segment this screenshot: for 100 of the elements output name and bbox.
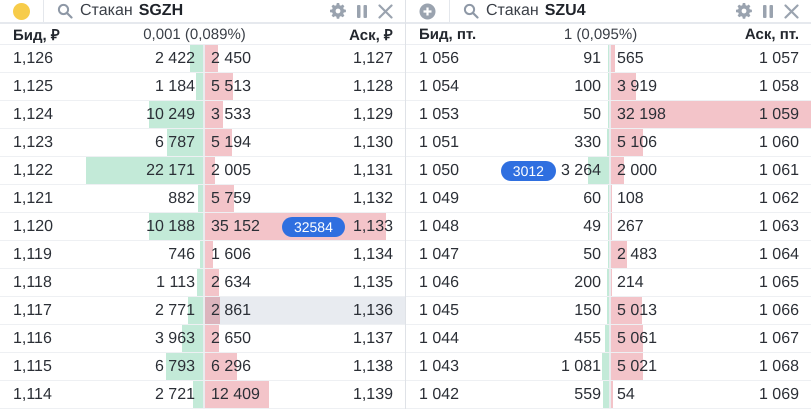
bid-volume[interactable]: 6 793 [154, 353, 195, 380]
ask-price[interactable]: 1,127 [352, 45, 393, 72]
bid-volume[interactable]: 455 [574, 325, 601, 352]
ask-price[interactable]: 1 067 [758, 325, 799, 352]
order-badge[interactable]: 32584 [282, 216, 345, 236]
bid-price[interactable]: 1,115 [13, 353, 52, 380]
bid-volume[interactable]: 746 [168, 241, 195, 268]
ask-price[interactable]: 1,139 [352, 381, 393, 408]
bid-price[interactable]: 1,118 [13, 269, 52, 296]
bid-price[interactable]: 1 046 [419, 269, 460, 296]
ask-price[interactable]: 1 060 [758, 129, 799, 156]
ask-volume[interactable]: 2 450 [211, 45, 252, 72]
ask-price[interactable]: 1 063 [758, 213, 799, 240]
ask-volume[interactable]: 565 [617, 45, 644, 72]
ask-price[interactable]: 1 069 [758, 381, 799, 408]
ask-volume[interactable]: 2 483 [617, 241, 658, 268]
ask-volume[interactable]: 108 [617, 185, 644, 212]
bid-volume[interactable]: 3 963 [154, 325, 195, 352]
ask-price[interactable]: 1,128 [352, 73, 393, 100]
bid-volume[interactable]: 60 [583, 185, 601, 212]
ask-price[interactable]: 1,130 [352, 129, 393, 156]
ask-price[interactable]: 1,138 [352, 353, 393, 380]
ask-volume[interactable]: 2 005 [211, 157, 252, 184]
bid-volume[interactable]: 330 [574, 129, 601, 156]
ask-volume[interactable]: 6 296 [211, 353, 252, 380]
ask-price[interactable]: 1 068 [758, 353, 799, 380]
bid-volume[interactable]: 2 721 [154, 381, 195, 408]
ask-price[interactable]: 1 061 [758, 157, 799, 184]
bid-price[interactable]: 1,114 [13, 381, 52, 408]
bid-volume[interactable]: 1 113 [156, 269, 195, 296]
ask-price[interactable]: 1,131 [352, 157, 393, 184]
ask-volume[interactable]: 2 000 [617, 157, 658, 184]
ask-volume[interactable]: 3 919 [617, 73, 658, 100]
close-icon[interactable] [784, 4, 799, 18]
ask-volume[interactable]: 2 861 [211, 297, 252, 324]
ask-price[interactable]: 1 059 [758, 101, 799, 128]
ask-price[interactable]: 1,135 [352, 269, 393, 296]
ask-volume[interactable]: 5 106 [617, 129, 658, 156]
ask-price[interactable]: 1 064 [758, 241, 799, 268]
bid-volume[interactable]: 1 081 [560, 353, 601, 380]
pause-icon[interactable] [762, 4, 774, 18]
bid-volume[interactable]: 10 188 [146, 213, 195, 240]
ask-price[interactable]: 1,132 [352, 185, 393, 212]
ticker-symbol[interactable]: SZU4 [544, 2, 586, 20]
ask-volume[interactable]: 5 513 [211, 73, 252, 100]
bid-price[interactable]: 1 047 [419, 241, 460, 268]
ask-volume[interactable]: 2 650 [211, 325, 252, 352]
bid-price[interactable]: 1,117 [13, 297, 52, 324]
settings-icon[interactable] [330, 3, 346, 19]
bid-volume[interactable]: 49 [583, 213, 601, 240]
bid-price[interactable]: 1,119 [13, 241, 52, 268]
close-icon[interactable] [378, 4, 393, 18]
ask-volume[interactable]: 5 194 [211, 129, 252, 156]
bid-volume[interactable]: 559 [574, 381, 601, 408]
ask-price[interactable]: 1 065 [758, 269, 799, 296]
bid-price[interactable]: 1,120 [13, 213, 54, 240]
ask-price[interactable]: 1,137 [352, 325, 393, 352]
ask-price[interactable]: 1,134 [352, 241, 393, 268]
bid-volume[interactable]: 150 [574, 297, 601, 324]
ask-volume[interactable]: 5 021 [617, 353, 658, 380]
bid-price[interactable]: 1,123 [13, 129, 54, 156]
bid-volume[interactable]: 100 [574, 73, 601, 100]
ask-volume[interactable]: 32 198 [617, 101, 666, 128]
bid-volume[interactable]: 882 [168, 185, 195, 212]
bid-price[interactable]: 1 048 [419, 213, 460, 240]
bid-price[interactable]: 1,126 [13, 45, 54, 72]
bid-price[interactable]: 1 050 [419, 157, 460, 184]
ask-price[interactable]: 1 062 [758, 185, 799, 212]
bid-volume[interactable]: 22 171 [146, 157, 195, 184]
bid-price[interactable]: 1 049 [419, 185, 460, 212]
bid-volume[interactable]: 10 249 [146, 101, 195, 128]
search-icon[interactable] [57, 3, 73, 19]
bid-volume[interactable]: 2 771 [154, 297, 195, 324]
bid-price[interactable]: 1 054 [419, 73, 460, 100]
bid-price[interactable]: 1,121 [13, 185, 54, 212]
bid-volume[interactable]: 50 [583, 241, 601, 268]
bid-volume[interactable]: 50 [583, 101, 601, 128]
ask-price[interactable]: 1 058 [758, 73, 799, 100]
ask-volume[interactable]: 3 533 [211, 101, 252, 128]
ask-volume[interactable]: 5 759 [211, 185, 252, 212]
bid-volume[interactable]: 2 422 [154, 45, 195, 72]
bid-price[interactable]: 1 053 [419, 101, 460, 128]
bid-volume[interactable]: 1 184 [154, 73, 195, 100]
ask-price[interactable]: 1,136 [352, 297, 393, 324]
bid-price[interactable]: 1 043 [419, 353, 460, 380]
bid-volume[interactable]: 91 [583, 45, 601, 72]
ask-price[interactable]: 1,129 [352, 101, 393, 128]
ask-volume[interactable]: 5 013 [617, 297, 658, 324]
order-badge[interactable]: 3012 [500, 160, 556, 180]
ask-price[interactable]: 1,133 [352, 213, 393, 240]
add-icon[interactable] [419, 2, 436, 20]
bid-price[interactable]: 1,125 [13, 73, 54, 100]
bid-price[interactable]: 1 044 [419, 325, 460, 352]
bid-volume[interactable]: 6 787 [154, 129, 195, 156]
bid-price[interactable]: 1,122 [13, 157, 54, 184]
ask-volume[interactable]: 54 [617, 381, 635, 408]
bid-price[interactable]: 1,124 [13, 101, 54, 128]
ask-volume[interactable]: 12 409 [211, 381, 260, 408]
ask-volume[interactable]: 35 152 [211, 213, 260, 240]
settings-icon[interactable] [736, 3, 752, 19]
